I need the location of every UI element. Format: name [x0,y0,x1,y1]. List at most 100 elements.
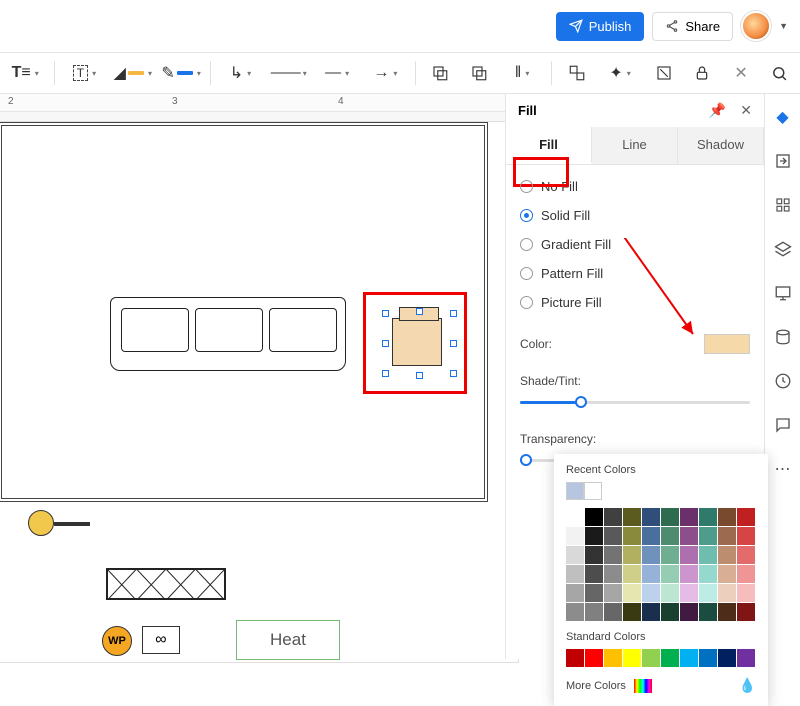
color-cell[interactable] [585,584,603,602]
pin-icon[interactable]: 📌 [709,102,726,119]
color-cell[interactable] [680,527,698,545]
rail-comments-icon[interactable] [772,414,794,436]
distribute-tool[interactable]: ✦▾ [599,59,641,87]
color-cell[interactable] [737,546,755,564]
rail-more-icon[interactable]: ⋯ [772,458,794,480]
sofa-shape[interactable] [110,297,346,371]
hue-preview-icon[interactable] [634,679,652,693]
rail-grid-icon[interactable] [772,194,794,216]
more-colors-label[interactable]: More Colors [566,680,626,692]
tab-shadow[interactable]: Shadow [678,127,764,164]
radio-pattern-fill[interactable]: Pattern Fill [520,266,750,281]
color-cell[interactable] [737,565,755,583]
rail-data-icon[interactable] [772,326,794,348]
eyedropper-icon[interactable]: 💧 [739,677,756,694]
color-cell[interactable] [718,603,736,621]
color-cell[interactable] [699,527,717,545]
color-cell[interactable] [680,603,698,621]
connector-type-tool[interactable]: ↳▾ [219,59,261,87]
line-color-tool[interactable]: ✎ ▾ [160,59,202,87]
radio-picture-fill[interactable]: Picture Fill [520,295,750,310]
color-cell[interactable] [604,508,622,526]
crop-tool[interactable] [647,59,680,87]
color-cell[interactable] [737,584,755,602]
radio-gradient-fill[interactable]: Gradient Fill [520,237,750,252]
color-cell[interactable] [604,603,622,621]
color-cell[interactable] [699,546,717,564]
heat-shape[interactable]: Heat [236,620,340,660]
selected-chair-shape[interactable] [392,318,442,366]
color-cell[interactable] [566,546,584,564]
resize-handle-s[interactable] [416,372,423,379]
fill-color-tool[interactable]: ◢ ▾ [112,59,154,87]
avatar-menu-caret[interactable]: ▼ [779,21,788,31]
shade-slider[interactable] [520,390,750,414]
tab-line[interactable]: Line [592,127,678,164]
resize-handle-e[interactable] [450,340,457,347]
color-cell[interactable] [661,565,679,583]
color-cell[interactable] [661,527,679,545]
color-cell[interactable] [642,584,660,602]
resize-handle-sw[interactable] [382,370,389,377]
bring-front-tool[interactable] [424,59,457,87]
share-button[interactable]: Share [652,12,733,41]
color-cell[interactable] [680,546,698,564]
resize-handle-w[interactable] [382,340,389,347]
color-cell[interactable] [566,508,584,526]
color-cell[interactable] [699,508,717,526]
color-cell[interactable] [718,565,736,583]
color-cell[interactable] [680,565,698,583]
align-tool[interactable]: ‖▾ [501,59,543,87]
standard-color-cell[interactable] [623,649,641,667]
color-cell[interactable] [642,508,660,526]
color-cell[interactable] [566,603,584,621]
tools-menu[interactable]: ✕ [725,59,758,87]
color-cell[interactable] [699,584,717,602]
standard-color-cell[interactable] [680,649,698,667]
resize-handle-nw[interactable] [382,310,389,317]
color-cell[interactable] [680,508,698,526]
radio-solid-fill[interactable]: Solid Fill [520,208,750,223]
standard-color-cell[interactable] [566,649,584,667]
color-cell[interactable] [623,546,641,564]
arrow-start-tool[interactable]: ―▾ [316,59,358,87]
color-cell[interactable] [566,565,584,583]
lock-tool[interactable] [686,59,719,87]
infinity-shape[interactable]: ∞ [142,626,180,654]
color-cell[interactable] [585,603,603,621]
color-cell[interactable] [623,565,641,583]
tab-fill[interactable]: Fill [506,127,592,164]
color-cell[interactable] [623,527,641,545]
color-cell[interactable] [718,584,736,602]
standard-color-cell[interactable] [718,649,736,667]
group-tool[interactable] [560,59,593,87]
color-cell[interactable] [661,546,679,564]
color-cell[interactable] [661,584,679,602]
color-cell[interactable] [604,565,622,583]
color-cell[interactable] [642,565,660,583]
standard-color-cell[interactable] [737,649,755,667]
rail-fill-icon[interactable]: ◆ [772,106,794,128]
recent-color-cell[interactable] [566,482,584,500]
text-style-dropdown[interactable]: T≡▾ [4,59,46,87]
color-cell[interactable] [661,508,679,526]
rail-export-icon[interactable] [772,150,794,172]
color-cell[interactable] [718,546,736,564]
color-cell[interactable] [604,546,622,564]
color-swatch-button[interactable] [704,334,750,354]
publish-button[interactable]: Publish [556,12,645,41]
wp-badge[interactable]: WP [102,626,132,656]
color-cell[interactable] [680,584,698,602]
resize-handle-n[interactable] [416,308,423,315]
rail-layers-icon[interactable] [772,238,794,260]
resize-handle-se[interactable] [450,370,457,377]
color-cell[interactable] [604,527,622,545]
radio-no-fill[interactable]: No Fill [520,179,750,194]
avatar[interactable] [741,11,771,41]
color-cell[interactable] [623,584,641,602]
rail-present-icon[interactable] [772,282,794,304]
text-tool[interactable]: T▾ [63,59,105,87]
standard-color-cell[interactable] [661,649,679,667]
standard-color-cell[interactable] [585,649,603,667]
vent-shape[interactable] [106,568,226,600]
